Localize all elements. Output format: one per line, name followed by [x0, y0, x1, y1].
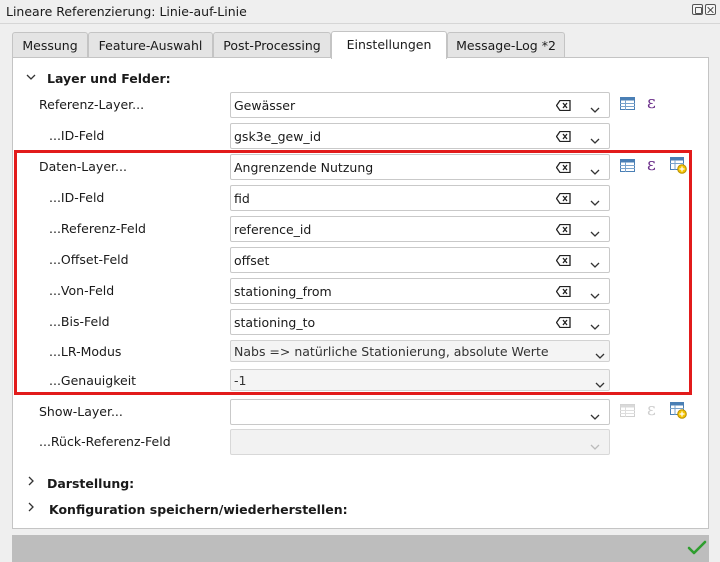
chevron-down-icon[interactable] [595, 377, 605, 392]
expression-epsilon-icon[interactable]: ε [647, 157, 656, 174]
expression-epsilon-icon[interactable]: ε [647, 95, 656, 112]
checkmark-icon[interactable] [687, 540, 707, 559]
label-von-feld: ...Von-Feld [49, 283, 115, 298]
ref-id-field-select[interactable]: gsk3e_gew_id [230, 123, 610, 149]
label-show-layer: Show-Layer... [39, 404, 123, 419]
von-field-select[interactable]: stationing_from [230, 278, 610, 304]
status-bar [12, 535, 709, 562]
tab-post-processing[interactable]: Post-Processing [213, 32, 331, 58]
lr-modus-value: Nabs => natürliche Stationierung, absolu… [234, 344, 549, 359]
chevron-down-icon[interactable] [590, 288, 600, 303]
genauigkeit-value: -1 [234, 373, 247, 388]
offset-field-select[interactable]: offset [230, 247, 610, 273]
chevron-down-icon[interactable] [25, 71, 37, 83]
referenz-field-value: reference_id [234, 222, 312, 237]
create-layer-icon[interactable] [670, 402, 687, 419]
clear-field-icon[interactable] [555, 130, 571, 145]
label-offset-feld: ...Offset-Feld [49, 252, 129, 267]
label-data-id-feld: ...ID-Feld [49, 190, 105, 205]
close-window-icon[interactable] [705, 4, 716, 15]
clear-field-icon[interactable] [555, 316, 571, 331]
label-ref-id-feld: ...ID-Feld [49, 128, 105, 143]
chevron-down-icon[interactable] [595, 348, 605, 363]
create-layer-icon[interactable] [670, 157, 687, 174]
referenz-layer-value: Gewässer [234, 98, 296, 113]
window-titlebar: Lineare Referenzierung: Linie-auf-Linie [0, 0, 720, 24]
ref-id-value: gsk3e_gew_id [234, 129, 322, 144]
chevron-down-icon[interactable] [590, 164, 600, 179]
clear-field-icon[interactable] [555, 192, 571, 207]
chevron-down-icon[interactable] [590, 319, 600, 334]
label-referenz-layer: Referenz-Layer... [39, 97, 145, 112]
label-genauigkeit: ...Genauigkeit [49, 373, 137, 388]
daten-layer-select[interactable]: Angrenzende Nutzung [230, 154, 610, 180]
chevron-down-icon[interactable] [590, 102, 600, 117]
offset-field-value: offset [234, 253, 270, 268]
chevron-right-icon[interactable] [25, 475, 37, 487]
chevron-right-icon[interactable] [25, 501, 37, 513]
bis-field-value: stationing_to [234, 315, 316, 330]
rueck-referenz-field-select [230, 429, 610, 455]
chevron-down-icon[interactable] [590, 195, 600, 210]
label-rueck-referenz-feld: ...Rück-Referenz-Feld [39, 434, 171, 449]
data-id-value: fid [234, 191, 250, 206]
chevron-down-icon [590, 439, 600, 454]
tab-message-log[interactable]: Message-Log *2 [447, 32, 565, 58]
chevron-down-icon[interactable] [590, 409, 600, 424]
chevron-down-icon[interactable] [590, 257, 600, 272]
window-title: Lineare Referenzierung: Linie-auf-Linie [6, 4, 247, 19]
clear-field-icon[interactable] [555, 285, 571, 300]
expression-epsilon-icon: ε [647, 400, 656, 420]
clear-field-icon[interactable] [555, 99, 571, 114]
section-layer-und-felder[interactable]: Layer und Felder: [47, 71, 171, 86]
attribute-table-icon [620, 404, 636, 420]
genauigkeit-select[interactable]: -1 [230, 369, 610, 391]
tab-einstellungen[interactable]: Einstellungen [331, 31, 447, 59]
tab-messung[interactable]: Messung [12, 32, 88, 58]
chevron-down-icon[interactable] [590, 226, 600, 241]
data-id-field-select[interactable]: fid [230, 185, 610, 211]
referenz-layer-select[interactable]: Gewässer [230, 92, 610, 118]
tab-feature-auswahl[interactable]: Feature-Auswahl [88, 32, 213, 58]
label-lr-modus: ...LR-Modus [49, 344, 122, 359]
section-konfiguration[interactable]: Konfiguration speichern/wiederherstellen… [49, 502, 348, 517]
show-layer-select[interactable] [230, 399, 610, 425]
bis-field-select[interactable]: stationing_to [230, 309, 610, 335]
von-field-value: stationing_from [234, 284, 332, 299]
label-bis-feld: ...Bis-Feld [49, 314, 110, 329]
daten-layer-value: Angrenzende Nutzung [234, 160, 374, 175]
clear-field-icon[interactable] [555, 161, 571, 176]
clear-field-icon[interactable] [555, 223, 571, 238]
chevron-down-icon[interactable] [590, 133, 600, 148]
attribute-table-icon[interactable] [620, 97, 636, 113]
attribute-table-icon[interactable] [620, 159, 636, 175]
label-daten-layer: Daten-Layer... [39, 159, 127, 174]
lr-modus-select[interactable]: Nabs => natürliche Stationierung, absolu… [230, 340, 610, 362]
clear-field-icon[interactable] [555, 254, 571, 269]
referenz-field-select[interactable]: reference_id [230, 216, 610, 242]
label-referenz-feld: ...Referenz-Feld [49, 221, 146, 236]
section-darstellung[interactable]: Darstellung: [47, 476, 134, 491]
float-window-icon[interactable] [692, 4, 703, 15]
